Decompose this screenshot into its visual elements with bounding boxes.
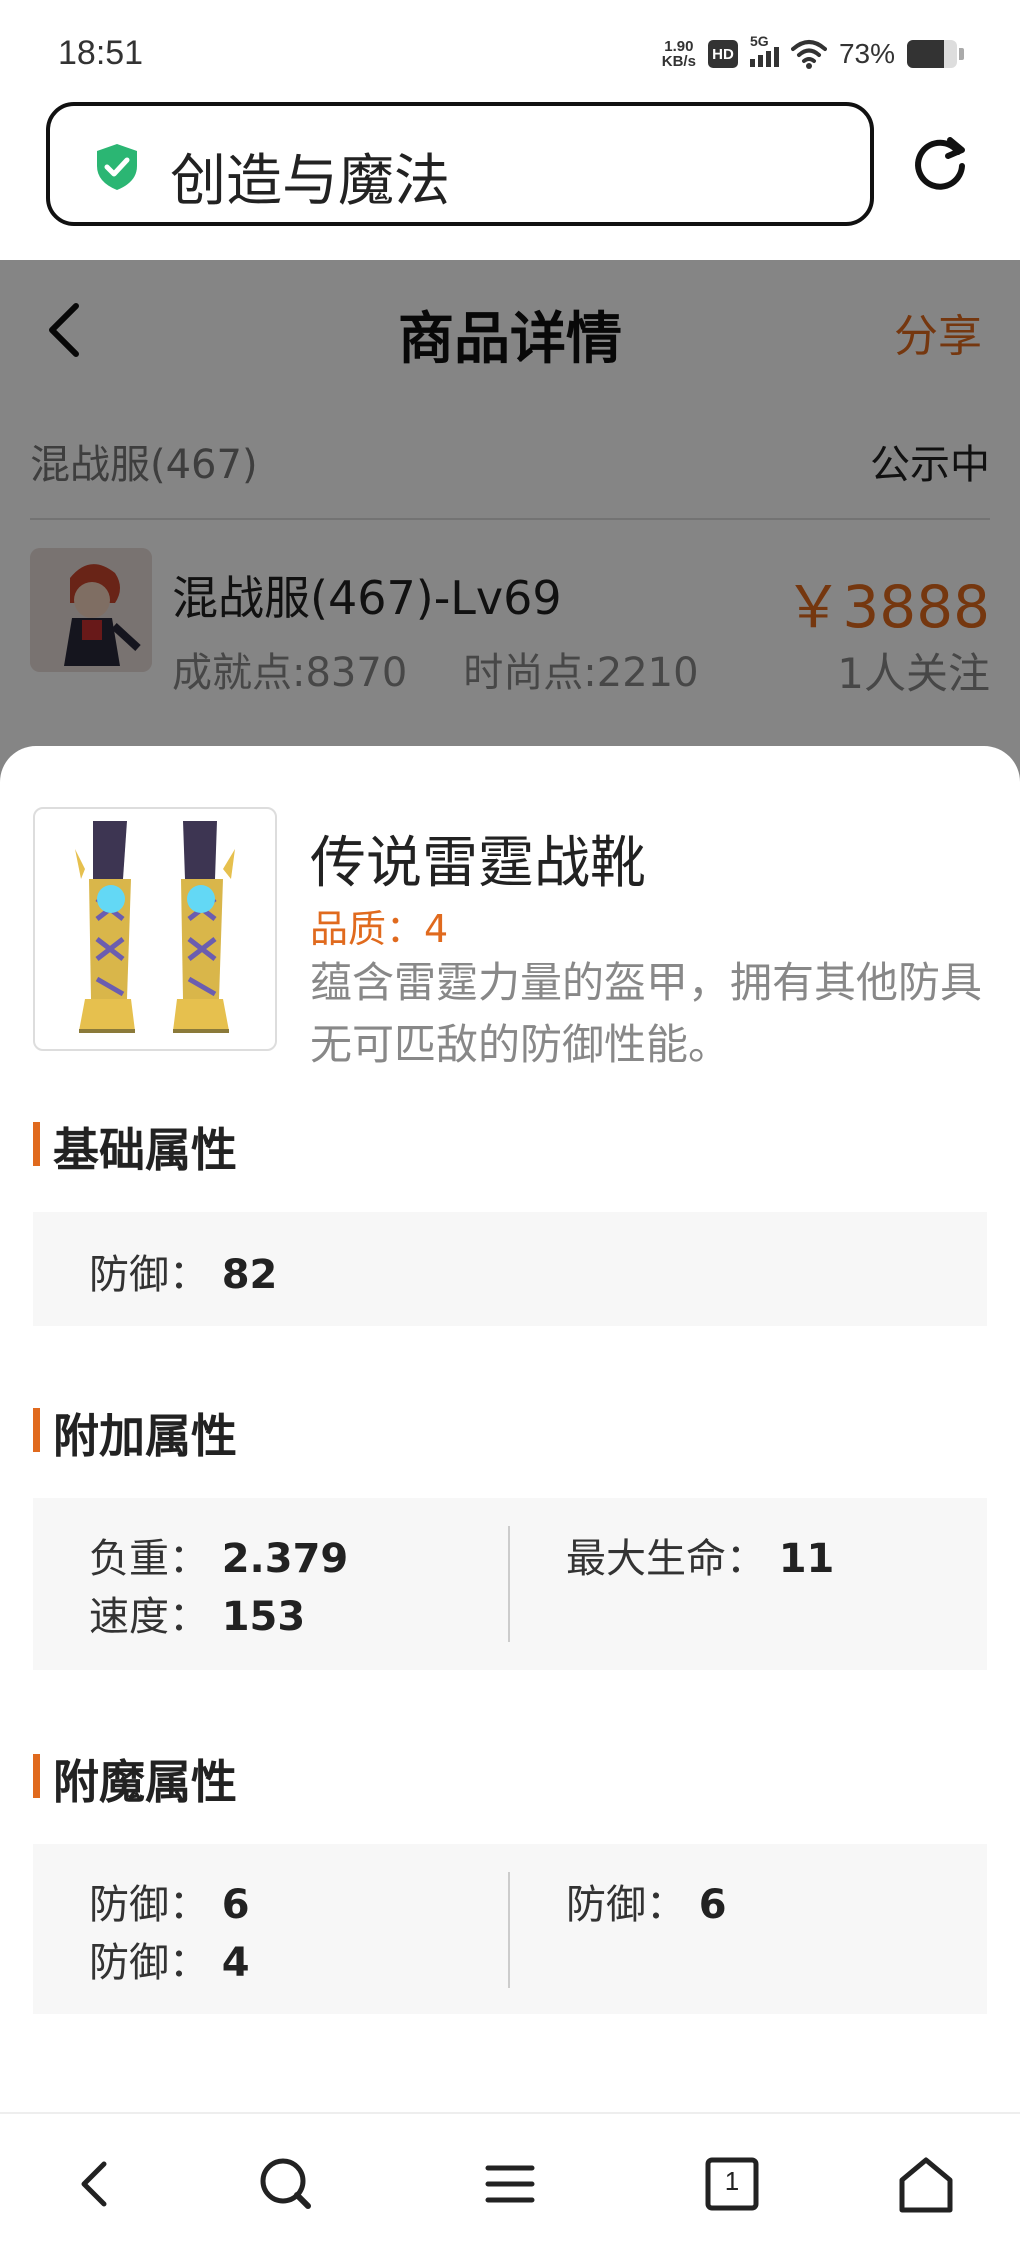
- column-divider: [508, 1526, 510, 1642]
- enchant-attributes-box: 防御： 6 防御： 4 防御： 6: [33, 1844, 987, 2014]
- battery-icon: [907, 40, 957, 68]
- attr-enchant-defense-1: 防御： 6: [89, 1882, 250, 1928]
- status-icons: 1.90 KB/s HD 5G 73%: [661, 33, 964, 74]
- nav-menu-button[interactable]: [470, 2144, 550, 2224]
- tab-count: 1: [724, 2166, 740, 2196]
- hd-icon: HD: [707, 40, 738, 68]
- nav-search-button[interactable]: [246, 2144, 326, 2224]
- battery-percent: 73%: [838, 38, 895, 69]
- item-name: 传说雷霆战靴: [310, 831, 646, 896]
- browser-bottom-nav: 1: [0, 2112, 1020, 2255]
- section-title-extra: 附加属性: [33, 1400, 237, 1466]
- status-bar: 18:51 1.90 KB/s HD 5G 73%: [0, 0, 1020, 100]
- home-icon: [899, 2157, 953, 2213]
- item-quality: 品质：4: [310, 907, 449, 951]
- reload-icon[interactable]: [910, 130, 970, 194]
- item-detail-sheet: 传说雷霆战靴 品质：4 蕴含雷霆力量的盔甲，拥有其他防具无可匹敌的防御性能。 基…: [0, 746, 1020, 2112]
- search-icon: [260, 2158, 311, 2209]
- back-icon: [81, 2161, 107, 2207]
- attr-max-hp: 最大生命： 11: [566, 1536, 835, 1582]
- attr-defense: 防御： 82: [89, 1252, 278, 1298]
- column-divider: [508, 1872, 510, 1988]
- security-shield-icon: [97, 144, 137, 190]
- url-text[interactable]: 创造与魔法: [170, 136, 450, 217]
- extra-attributes-box: 负重： 2.379 速度： 153 最大生命： 11: [33, 1498, 987, 1670]
- attr-enchant-defense-2: 防御： 4: [89, 1940, 250, 1986]
- network-speed: 1.90 KB/s: [661, 38, 696, 70]
- section-title-enchant: 附魔属性: [33, 1746, 237, 1812]
- nav-back-button[interactable]: [54, 2144, 134, 2224]
- section-title-base: 基础属性: [33, 1114, 237, 1180]
- attr-weight: 负重： 2.379: [89, 1536, 349, 1582]
- signal-icon: 5G: [749, 33, 779, 67]
- menu-icon: [485, 2165, 535, 2203]
- status-time: 18:51: [58, 34, 144, 72]
- nav-tabs-button[interactable]: 1: [692, 2144, 772, 2224]
- address-bar[interactable]: 创造与魔法: [46, 102, 874, 226]
- nav-home-button[interactable]: [886, 2144, 966, 2224]
- wifi-icon: [790, 40, 827, 69]
- item-image: [33, 807, 277, 1051]
- attr-speed: 速度： 153: [89, 1594, 306, 1640]
- base-attributes-box: 防御： 82: [33, 1212, 987, 1326]
- item-description: 蕴含雷霆力量的盔甲，拥有其他防具无可匹敌的防御性能。: [310, 958, 983, 1069]
- attr-enchant-defense-3: 防御： 6: [566, 1882, 727, 1928]
